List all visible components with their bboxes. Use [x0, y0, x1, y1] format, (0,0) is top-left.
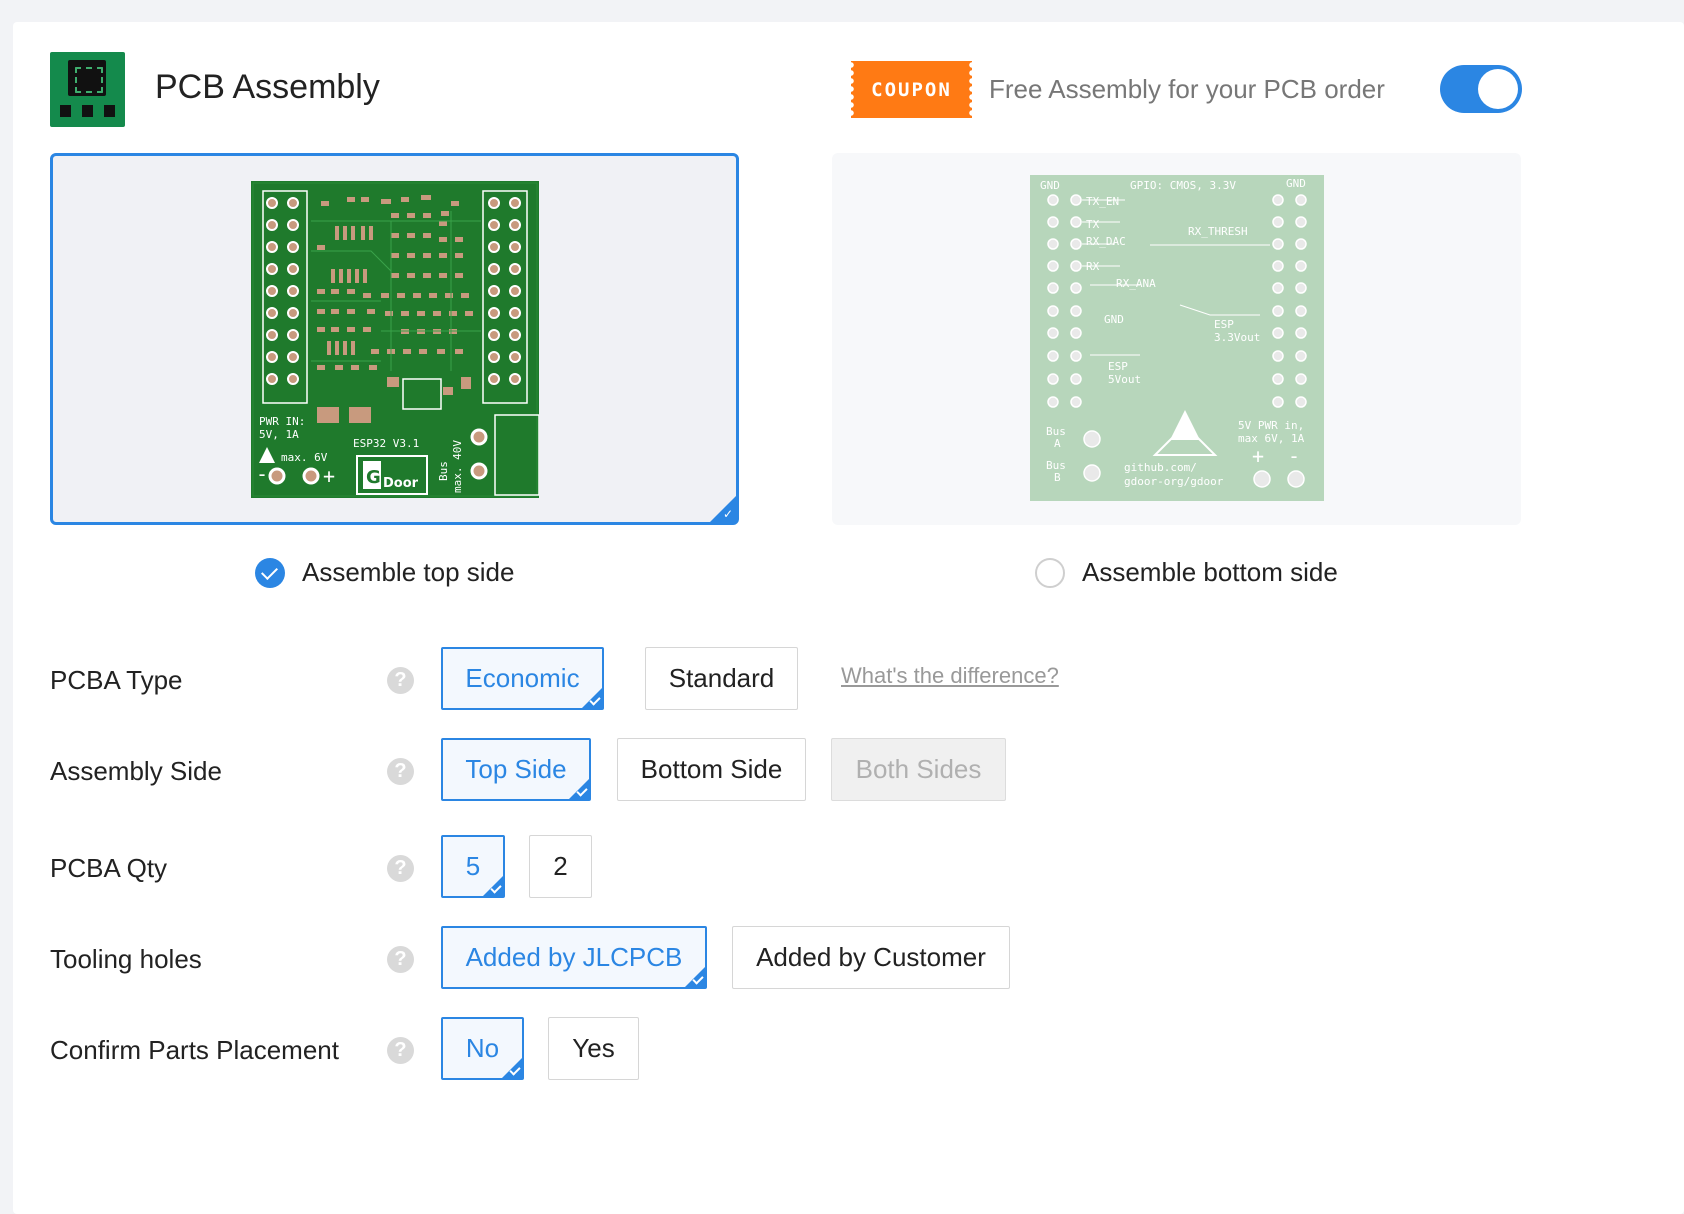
svg-text:ESP: ESP [1214, 318, 1234, 331]
pcba-type-standard-button[interactable]: Standard [645, 647, 798, 710]
svg-text:PWR IN:: PWR IN: [259, 415, 305, 428]
svg-text:G: G [366, 467, 381, 488]
top-side-radio[interactable] [255, 557, 285, 588]
svg-text:TX_EN: TX_EN [1086, 195, 1119, 208]
svg-text:GPIO: CMOS, 3.3V: GPIO: CMOS, 3.3V [1130, 179, 1236, 192]
tooling-holes-customer-button[interactable]: Added by Customer [732, 926, 1010, 989]
svg-text:A: A [1054, 437, 1061, 450]
assemble-top-side-option[interactable]: Assemble top side [255, 557, 514, 588]
svg-text:Door: Door [383, 476, 419, 491]
pcb-assembly-icon [50, 52, 125, 127]
svg-text:ESP: ESP [1108, 360, 1128, 373]
confirm-parts-placement-label: Confirm Parts Placement [50, 1035, 339, 1065]
svg-text:+: + [323, 464, 335, 488]
svg-text:gdoor-org/gdoor: gdoor-org/gdoor [1124, 475, 1224, 488]
svg-text:ESP32 V3.1: ESP32 V3.1 [353, 437, 419, 450]
bottom-side-radio[interactable] [1035, 557, 1065, 588]
coupon-text: Free Assembly for your PCB order [989, 74, 1385, 104]
svg-text:3.3Vout: 3.3Vout [1214, 331, 1260, 344]
svg-text:RX_THRESH: RX_THRESH [1188, 225, 1248, 238]
svg-text:GND: GND [1104, 313, 1124, 326]
pcba-qty-2-button[interactable]: 2 [529, 835, 592, 898]
svg-text:GND: GND [1040, 179, 1060, 192]
top-side-label: Assemble top side [302, 557, 515, 587]
bottom-side-preview[interactable]: GND GPIO: CMOS, 3.3V GND TX_EN TX RX_DAC… [832, 153, 1521, 525]
tooling-holes-jlcpcb-button[interactable]: Added by JLCPCB [441, 926, 707, 989]
svg-text:RX_ANA: RX_ANA [1116, 277, 1156, 290]
pcba-qty-help-icon[interactable]: ? [387, 855, 414, 882]
confirm-parts-yes-button[interactable]: Yes [548, 1017, 639, 1080]
selected-corner-check: ✓ [710, 496, 736, 522]
free-assembly-toggle[interactable] [1440, 65, 1522, 113]
coupon-badge: COUPON [848, 61, 975, 118]
pcba-type-help-icon[interactable]: ? [387, 667, 414, 694]
assemble-bottom-side-option[interactable]: Assemble bottom side [1035, 557, 1338, 588]
pcb-top-image: PWR IN: 5V, 1A max. 6V ESP32 V3.1 - + Bu… [251, 181, 539, 498]
svg-text:-: - [1288, 444, 1300, 468]
whats-the-difference-link[interactable]: What's the difference? [841, 663, 1059, 689]
svg-text:RX: RX [1086, 260, 1100, 273]
svg-text:max. 40V: max. 40V [451, 440, 464, 493]
svg-text:-: - [256, 462, 268, 486]
tooling-holes-label: Tooling holes [50, 944, 202, 974]
confirm-parts-no-button[interactable]: No [441, 1017, 524, 1080]
assembly-side-both-button: Both Sides [831, 738, 1006, 801]
bottom-side-label: Assemble bottom side [1082, 557, 1338, 587]
pcba-type-economic-button[interactable]: Economic [441, 647, 604, 710]
toggle-knob [1478, 69, 1518, 109]
svg-text:RX_DAC: RX_DAC [1086, 235, 1126, 248]
pcb-bottom-image: GND GPIO: CMOS, 3.3V GND TX_EN TX RX_DAC… [1030, 175, 1324, 501]
top-side-preview[interactable]: PWR IN: 5V, 1A max. 6V ESP32 V3.1 - + Bu… [50, 153, 739, 525]
svg-text:5Vout: 5Vout [1108, 373, 1141, 386]
confirm-parts-help-icon[interactable]: ? [387, 1037, 414, 1064]
svg-text:GND: GND [1286, 177, 1306, 190]
pcba-qty-label: PCBA Qty [50, 853, 168, 883]
svg-text:+: + [1252, 444, 1264, 468]
assembly-side-help-icon[interactable]: ? [387, 758, 414, 785]
tooling-holes-help-icon[interactable]: ? [387, 946, 414, 973]
svg-text:max. 6V: max. 6V [281, 451, 328, 464]
pcba-type-label: PCBA Type [50, 665, 183, 695]
assembly-side-bottom-button[interactable]: Bottom Side [617, 738, 806, 801]
assembly-side-label: Assembly Side [50, 756, 222, 786]
svg-text:github.com/: github.com/ [1124, 461, 1197, 474]
svg-text:5V PWR in,: 5V PWR in, [1238, 419, 1304, 432]
page-title: PCB Assembly [155, 68, 380, 106]
svg-text:B: B [1054, 471, 1061, 484]
svg-text:TX: TX [1086, 218, 1100, 231]
assembly-side-top-button[interactable]: Top Side [441, 738, 591, 801]
svg-text:Bus: Bus [437, 461, 450, 481]
svg-text:5V, 1A: 5V, 1A [259, 428, 299, 441]
pcba-qty-5-button[interactable]: 5 [441, 835, 505, 898]
